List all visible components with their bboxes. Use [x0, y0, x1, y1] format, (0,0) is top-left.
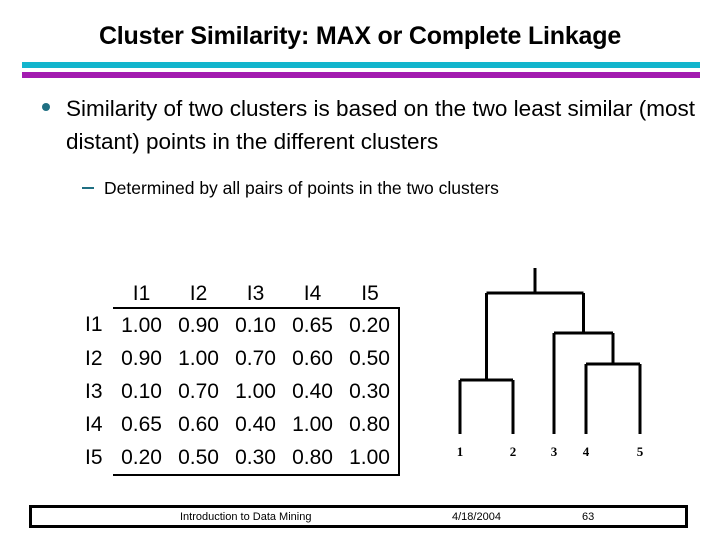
dendro-leaf-label-2: 2 [510, 444, 517, 459]
matrix-row-header: I3 [85, 379, 103, 403]
dendro-leaf-label-5: 5 [637, 444, 644, 459]
matrix-row: I2 0.90 1.00 0.70 0.60 0.50 [85, 342, 400, 375]
dendro-leaf-label-1: 1 [457, 444, 464, 459]
bullet-text-primary: Similarity of two clusters is based on t… [66, 96, 695, 154]
matrix-cell: 1.00 [235, 379, 276, 403]
matrix-cell: 0.80 [341, 408, 400, 441]
matrix-cell: 0.20 [113, 441, 170, 476]
slide-content: Similarity of two clusters is based on t… [0, 92, 720, 201]
matrix-cell: 1.00 [178, 346, 219, 370]
dendrogram-diagram: 1 2 3 4 5 [430, 262, 690, 482]
matrix-cell: 0.80 [284, 441, 341, 476]
dendrogram-svg: 1 2 3 4 5 [457, 268, 644, 459]
matrix-row-header: I5 [85, 446, 103, 469]
matrix-cell: 0.70 [178, 379, 219, 403]
matrix-cell: 0.30 [227, 441, 284, 476]
similarity-matrix: I1 I2 I3 I4 I5 I1 1.00 0.90 0.10 0.65 0.… [85, 280, 400, 476]
dendro-leaf-label-4: 4 [583, 444, 590, 459]
bullet-item-secondary: Determined by all pairs of points in the… [0, 176, 720, 201]
matrix-col-header: I4 [303, 281, 322, 305]
matrix-header: I1 I2 I3 I4 I5 [85, 280, 399, 308]
dash-bullet-icon [82, 187, 94, 189]
matrix-col-header: I1 [132, 281, 151, 305]
matrix-cell: 0.40 [235, 412, 276, 436]
matrix-cell: 0.65 [284, 307, 341, 342]
matrix-cell: 0.30 [341, 375, 400, 408]
matrix-cell: 0.10 [227, 307, 284, 342]
matrix-cell: 0.70 [235, 346, 276, 370]
matrix-cell: 0.40 [292, 379, 333, 403]
matrix-cell: 0.50 [341, 342, 400, 375]
matrix-cell: 0.20 [341, 307, 400, 342]
matrix-row-header: I1 [85, 313, 103, 336]
matrix-cell: 0.90 [121, 346, 162, 370]
footer-page-number: 63 [582, 511, 595, 523]
matrix-col-header: I3 [246, 281, 265, 305]
matrix-col-header: I5 [361, 281, 379, 305]
dendrogram-links [458, 268, 642, 434]
matrix-cell: 0.60 [292, 346, 333, 370]
matrix-row: I3 0.10 0.70 1.00 0.40 0.30 [85, 375, 400, 408]
matrix-header-row: I1 I2 I3 I4 I5 [85, 280, 399, 308]
matrix-cell: 0.50 [170, 441, 227, 476]
matrix-cell: 1.00 [292, 412, 333, 436]
matrix-row-header: I2 [85, 346, 103, 370]
similarity-matrix-table: I1 I2 I3 I4 I5 I1 1.00 0.90 0.10 0.65 0.… [85, 280, 400, 476]
title-divider [22, 62, 700, 82]
page-title: Cluster Similarity: MAX or Complete Link… [98, 22, 622, 50]
dendro-leaf-label-3: 3 [551, 444, 558, 459]
matrix-cell: 0.90 [170, 307, 227, 342]
matrix-corner-cell [85, 280, 113, 308]
footer-inner: Introduction to Data Mining 4/18/2004 63 [32, 508, 685, 525]
footer-title: Introduction to Data Mining [180, 511, 312, 523]
disc-bullet-icon [42, 103, 50, 111]
matrix-cell: 1.00 [113, 307, 170, 342]
divider-bar-cyan [22, 62, 700, 68]
matrix-cell: 0.60 [178, 412, 219, 436]
matrix-cell: 0.65 [121, 412, 162, 436]
divider-bar-purple [22, 72, 700, 78]
matrix-row-header: I4 [85, 412, 103, 436]
slide-footer: Introduction to Data Mining 4/18/2004 63 [29, 505, 688, 528]
dendrogram-leaf-labels: 1 2 3 4 5 [457, 444, 644, 459]
matrix-col-header: I2 [189, 281, 208, 305]
footer-date: 4/18/2004 [452, 511, 501, 523]
matrix-row: I4 0.65 0.60 0.40 1.00 0.80 [85, 408, 400, 441]
bullet-text-secondary: Determined by all pairs of points in the… [104, 178, 499, 198]
bullet-item-primary: Similarity of two clusters is based on t… [0, 92, 720, 158]
matrix-row: I1 1.00 0.90 0.10 0.65 0.20 [85, 307, 400, 342]
matrix-row: I5 0.20 0.50 0.30 0.80 1.00 [85, 441, 400, 476]
matrix-cell: 0.10 [121, 379, 162, 403]
matrix-body: I1 1.00 0.90 0.10 0.65 0.20 I2 0.90 1.00… [85, 307, 400, 476]
matrix-cell: 1.00 [341, 441, 400, 476]
